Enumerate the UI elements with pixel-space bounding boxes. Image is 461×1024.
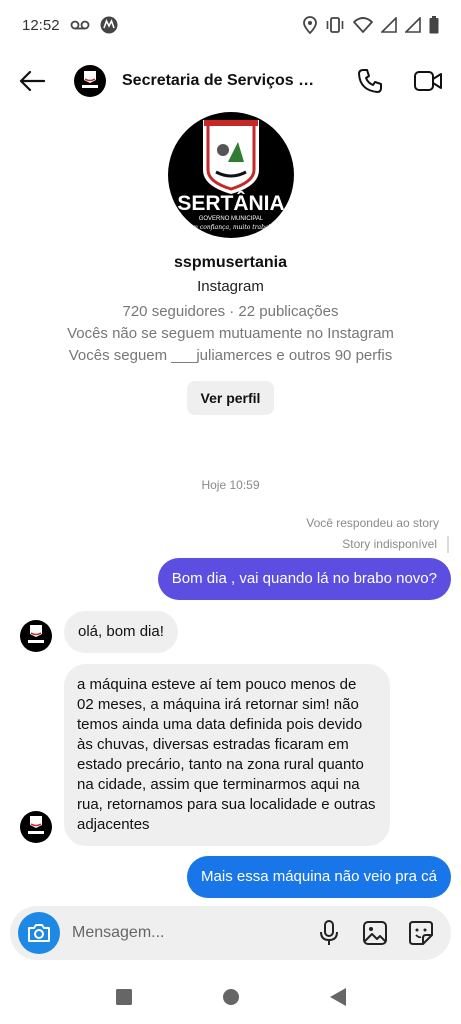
view-profile-button[interactable]: Ver perfil [186,381,275,415]
voicemail-icon [70,19,90,31]
sticker-icon [409,921,433,945]
home-button[interactable] [219,985,243,1009]
circle-icon [222,989,239,1005]
profile-stats: 720 seguidores · 22 publicações [122,303,339,320]
header-avatar[interactable] [74,65,106,97]
motorola-icon [100,16,118,34]
image-icon [363,921,387,945]
sertania-logo-icon [82,71,98,88]
gallery-button[interactable] [361,919,389,947]
message-incoming[interactable]: olá, bom dia! [64,611,178,653]
location-icon [303,16,317,34]
wifi-icon [353,17,373,33]
square-icon [115,989,132,1005]
profile-card: SERTÂNIA GOVERNO MUNICIPAL Com confiança… [0,112,461,415]
story-unavailable: Story indisponível [342,536,449,553]
sticker-button[interactable] [407,919,435,947]
sertania-logo-icon [28,816,44,834]
video-call-button[interactable] [413,66,443,96]
video-camera-icon [414,71,442,91]
camera-icon [28,924,50,942]
chat-header: Secretaria de Serviços Pú... [0,55,461,107]
signal-icon-2 [405,17,421,33]
logo-tagline: Com confiança, muito trabalho [184,224,278,231]
message-input[interactable]: Mensagem... [72,924,315,942]
message-incoming[interactable]: a máquina esteve aí tem pouco menos de 0… [64,664,390,846]
voice-message-button[interactable] [315,919,343,947]
sertania-logo: SERTÂNIA GOVERNO MUNICIPAL Com confiança… [177,120,284,231]
voice-call-button[interactable] [355,66,385,96]
message-outgoing[interactable]: Mais essa máquina não veio pra cá [187,856,451,898]
profile-platform: Instagram [197,278,264,295]
triangle-back-icon [329,988,346,1006]
message-composer: Mensagem... [10,906,451,960]
signal-icon [381,17,397,33]
phone-icon [358,69,382,93]
vibrate-icon [325,17,345,33]
sender-avatar[interactable] [20,811,52,843]
profile-follows: Vocês seguem ___juliamerces e outros 90 … [68,347,393,364]
back-nav-button[interactable] [326,985,350,1009]
recents-button[interactable] [112,985,136,1009]
logo-text: SERTÂNIA [177,191,284,215]
profile-mutual-status: Vocês não se seguem mutuamente no Instag… [67,325,394,342]
camera-button[interactable] [18,912,60,954]
battery-icon [429,16,439,34]
profile-avatar[interactable]: SERTÂNIA GOVERNO MUNICIPAL Com confiança… [167,112,294,238]
message-outgoing[interactable]: Bom dia , vai quando lá no brabo novo? [157,558,451,600]
header-title[interactable]: Secretaria de Serviços Pú... [122,72,322,90]
logo-subtext: GOVERNO MUNICIPAL [198,216,263,222]
status-time: 12:52 [22,16,60,34]
sender-avatar[interactable] [20,620,52,652]
back-button[interactable] [18,67,46,95]
status-bar: 12:52 [0,0,461,50]
sertania-logo-icon [28,625,44,643]
story-reply-note: Você respondeu ao story [306,516,439,530]
profile-username: sspmusertania [174,254,287,271]
chat-timestamp: Hoje 10:59 [201,478,260,492]
system-navbar [0,970,461,1024]
arrow-left-icon [19,70,45,92]
microphone-icon [320,920,338,945]
